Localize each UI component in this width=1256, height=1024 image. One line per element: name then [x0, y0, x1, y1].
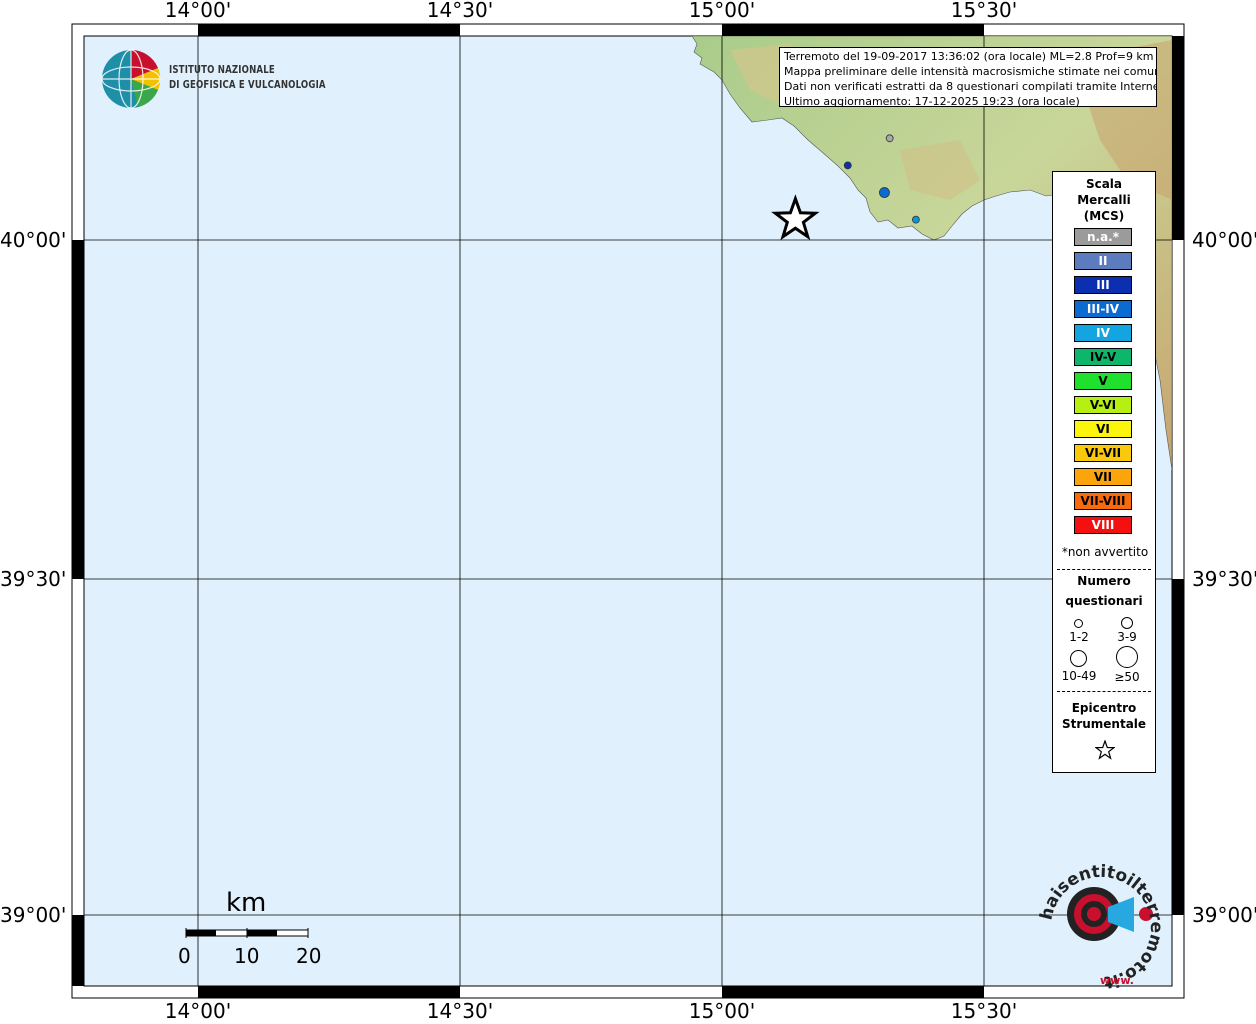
epicenter-title: Strumentale	[1061, 717, 1147, 731]
scale-label: 0	[178, 944, 191, 968]
scale-bar-graphic	[185, 928, 309, 938]
frame-bar	[1172, 36, 1184, 240]
ingv-name-line: DI GEOFISICA E VULCANOLOGIA	[169, 78, 326, 91]
intensity-point[interactable]	[885, 134, 894, 143]
legend-divider	[1057, 569, 1151, 570]
legend-swatch: III-IV	[1074, 300, 1132, 318]
scale-label: 20	[296, 944, 322, 968]
lon-tick-bottom: 15°00'	[688, 999, 756, 1023]
frame-bar	[1172, 579, 1184, 915]
legend-swatch: V	[1074, 372, 1132, 390]
intensity-point[interactable]	[879, 187, 890, 198]
legend-swatch: VI	[1074, 420, 1132, 438]
legend-swatch: VII	[1074, 468, 1132, 486]
event-info-line: Mappa preliminare delle intensità macros…	[784, 65, 1157, 78]
scale-bar: km 0 10 20	[178, 888, 338, 970]
lat-tick-left: 40°00'	[0, 228, 67, 252]
legend-swatch: IV	[1074, 324, 1132, 342]
lon-tick-top: 15°30'	[950, 0, 1018, 22]
legend-swatch: VIII	[1074, 516, 1132, 534]
intensity-legend: Scala Mercalli (MCS) n.a.* II III III-IV IV I…	[1052, 171, 1156, 773]
event-info-line: Terremoto del 19-09-2017 13:36:02 (ora l…	[784, 50, 1154, 63]
haisentito-www: www.	[1100, 974, 1134, 987]
lat-tick-left: 39°30'	[0, 567, 67, 591]
count-title: questionari	[1065, 594, 1143, 608]
haisentito-logo[interactable]: haisentitoilterremoto.it www.	[1036, 862, 1166, 992]
legend-title-line: Mercalli	[1077, 193, 1131, 207]
frame-bar	[198, 986, 460, 998]
haisentito-target-icon: haisentitoilterremoto.it www.	[1036, 862, 1166, 992]
count-label: ≥50	[1114, 670, 1140, 684]
legend-swatch: II	[1074, 252, 1132, 270]
count-title: Numero	[1077, 574, 1131, 588]
legend-swatch: n.a.*	[1074, 228, 1132, 246]
count-label: 3-9	[1117, 630, 1137, 644]
lat-tick-right: 39°30'	[1192, 567, 1256, 591]
legend-swatch: VI-VII	[1074, 444, 1132, 462]
count-circle-large	[1070, 650, 1087, 667]
scale-unit: km	[226, 888, 267, 918]
lon-tick-bottom: 14°00'	[164, 999, 232, 1023]
intensity-point[interactable]	[843, 161, 852, 170]
count-circle-medium	[1121, 617, 1133, 629]
lon-tick-top: 15°00'	[688, 0, 756, 22]
frame-bar	[722, 24, 984, 36]
legend-swatch: III	[1074, 276, 1132, 294]
lat-tick-right: 39°00'	[1192, 903, 1256, 927]
frame-bar	[72, 915, 84, 986]
lon-tick-bottom: 15°30'	[950, 999, 1018, 1023]
event-info-line: Dati non verificati estratti da 8 questi…	[784, 80, 1157, 93]
event-info-line: Ultimo aggiornamento: 17-12-2025 19:23 (…	[784, 95, 1080, 107]
legend-title: Scala Mercalli (MCS)	[1053, 176, 1155, 224]
lon-tick-top: 14°00'	[164, 0, 232, 22]
count-label: 10-49	[1061, 669, 1097, 683]
scale-label: 10	[234, 944, 260, 968]
legend-swatch: VII-VIII	[1074, 492, 1132, 510]
frame-bar	[722, 986, 984, 998]
legend-swatch: V-VI	[1074, 396, 1132, 414]
count-label: 1-2	[1069, 630, 1089, 644]
legend-divider	[1057, 691, 1151, 692]
legend-title-line: Scala	[1085, 177, 1123, 191]
frame-bar	[72, 240, 84, 579]
count-circle-xlarge	[1116, 646, 1138, 668]
lon-tick-bottom: 14°30'	[426, 999, 494, 1023]
event-info-box: Terremoto del 19-09-2017 13:36:02 (ora l…	[779, 47, 1157, 107]
lon-tick-top: 14°30'	[426, 0, 494, 22]
star-icon	[1095, 740, 1115, 760]
frame-bar	[198, 24, 460, 36]
intensity-point[interactable]	[911, 215, 920, 224]
ingv-globe-icon	[101, 49, 161, 109]
legend-title-line: (MCS)	[1083, 209, 1125, 223]
ingv-logo: ISTITUTO NAZIONALE DI GEOFISICA E VULCAN…	[100, 48, 340, 112]
count-circle-small	[1074, 619, 1083, 628]
legend-swatch: IV-V	[1074, 348, 1132, 366]
epicenter-title: Epicentro	[1071, 701, 1137, 715]
legend-footnote: *non avvertito	[1061, 545, 1149, 559]
lat-tick-right: 40°00'	[1192, 228, 1256, 252]
lat-tick-left: 39°00'	[0, 903, 67, 927]
ingv-name-line: ISTITUTO NAZIONALE	[169, 63, 275, 76]
